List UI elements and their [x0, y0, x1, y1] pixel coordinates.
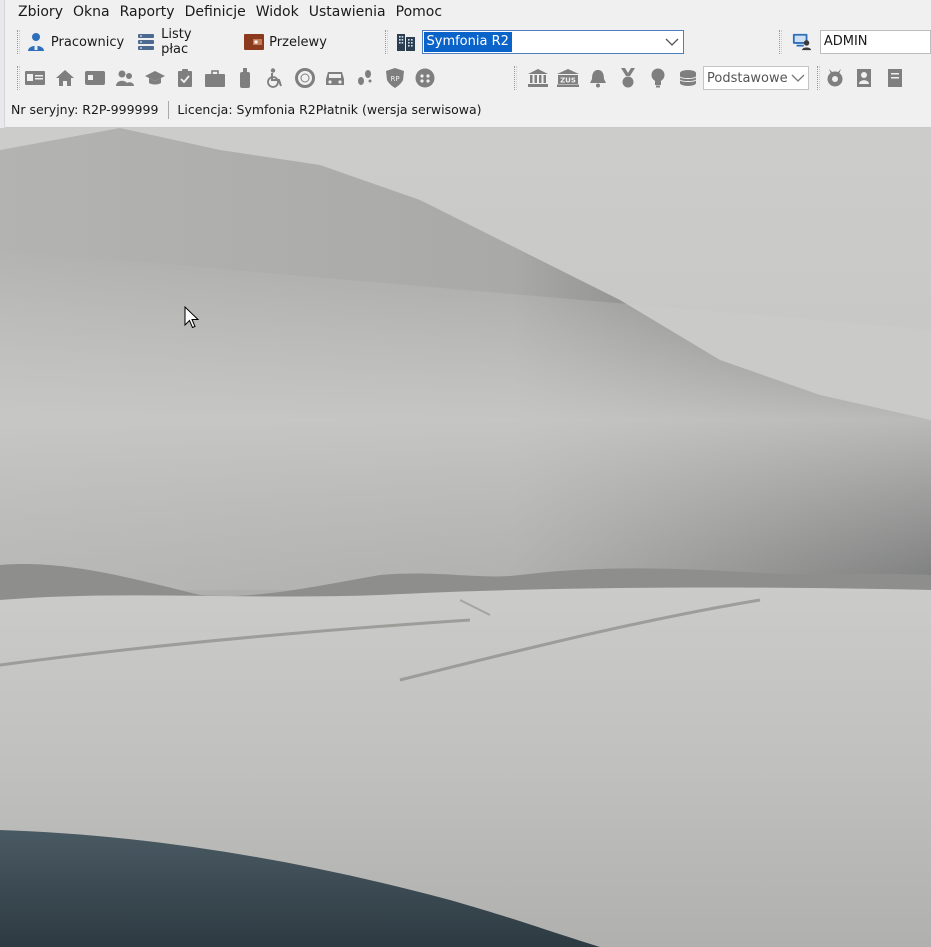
- transfers-label: Przelewy: [269, 34, 327, 50]
- clipboard-icon[interactable]: [170, 64, 200, 92]
- main-toolbar: Pracownicy Listy płac Przelewy Symfonia …: [5, 26, 931, 58]
- briefcase-icon[interactable]: [200, 64, 230, 92]
- medal-icon[interactable]: [613, 64, 643, 92]
- document-icon[interactable]: [880, 64, 910, 92]
- status-bar: Nr seryjny: R2P-999999 Licencja: Symfoni…: [5, 96, 931, 124]
- svg-text:RP: RP: [390, 75, 399, 83]
- wallet-icon: [244, 32, 265, 52]
- shield-icon[interactable]: RP: [380, 64, 410, 92]
- menu-zbiory[interactable]: Zbiory: [13, 0, 68, 24]
- people-icon[interactable]: [110, 64, 140, 92]
- card-icon[interactable]: [80, 64, 110, 92]
- menu-ustawienia[interactable]: Ustawienia: [304, 0, 391, 24]
- list-icon: [136, 32, 156, 52]
- menu-raporty[interactable]: Raporty: [115, 0, 180, 24]
- coins-icon[interactable]: [673, 64, 703, 92]
- bottle-icon[interactable]: [230, 64, 260, 92]
- module-toolbar: RP ZUS Podstawowe: [5, 62, 931, 94]
- employee-icon: [26, 32, 46, 52]
- car-icon[interactable]: [320, 64, 350, 92]
- toolbar-grip[interactable]: [778, 30, 782, 54]
- bulb-icon[interactable]: [643, 64, 673, 92]
- chevron-down-icon[interactable]: [788, 71, 808, 86]
- person-document-icon[interactable]: [850, 64, 880, 92]
- menu-okna[interactable]: Okna: [68, 0, 115, 24]
- svg-text:ZUS: ZUS: [560, 77, 576, 85]
- company-select-value: Symfonia R2: [423, 32, 512, 52]
- toolbar-grip[interactable]: [384, 30, 388, 54]
- footsteps-icon[interactable]: [350, 64, 380, 92]
- bell-icon[interactable]: [583, 64, 613, 92]
- employees-label: Pracownicy: [50, 34, 125, 50]
- building-icon: [396, 32, 416, 52]
- menu-definicje[interactable]: Definicje: [180, 0, 251, 24]
- view-select-value: Podstawowe: [707, 70, 788, 86]
- menu-bar: Zbiory Okna Raporty Definicje Widok Usta…: [5, 0, 931, 24]
- menu-pomoc[interactable]: Pomoc: [391, 0, 447, 24]
- company-select[interactable]: Symfonia R2: [421, 30, 684, 54]
- transfers-button[interactable]: Przelewy: [238, 29, 333, 55]
- payrolls-label: Listy płac: [161, 27, 192, 57]
- view-select[interactable]: Podstawowe: [703, 66, 809, 90]
- graduation-cap-icon[interactable]: [140, 64, 170, 92]
- menu-widok[interactable]: Widok: [251, 0, 304, 24]
- bank-icon[interactable]: [523, 64, 553, 92]
- toolbar-grip[interactable]: [514, 66, 517, 90]
- payrolls-button[interactable]: Listy płac: [130, 27, 228, 57]
- chevron-down-icon[interactable]: [661, 31, 683, 53]
- license-info: Licencja: Symfonia R2Płatnik (wersja ser…: [177, 102, 482, 117]
- wheelchair-icon[interactable]: [260, 64, 290, 92]
- employees-button[interactable]: Pracownicy: [20, 29, 130, 55]
- status-separator: [168, 101, 170, 119]
- desktop-wallpaper: [0, 0, 931, 947]
- zus-icon[interactable]: ZUS: [553, 64, 583, 92]
- lifebuoy-icon[interactable]: [290, 64, 320, 92]
- id-card-icon[interactable]: [20, 64, 50, 92]
- user-field[interactable]: ADMIN: [819, 30, 931, 54]
- badge-icon[interactable]: [410, 64, 440, 92]
- mouse-cursor-icon: [184, 306, 200, 329]
- award-icon[interactable]: [820, 64, 850, 92]
- home-icon[interactable]: [50, 64, 80, 92]
- serial-number: Nr seryjny: R2P-999999: [11, 102, 159, 117]
- app-window: Zbiory Okna Raporty Definicje Widok Usta…: [0, 0, 931, 128]
- user-monitor-icon: [792, 32, 812, 52]
